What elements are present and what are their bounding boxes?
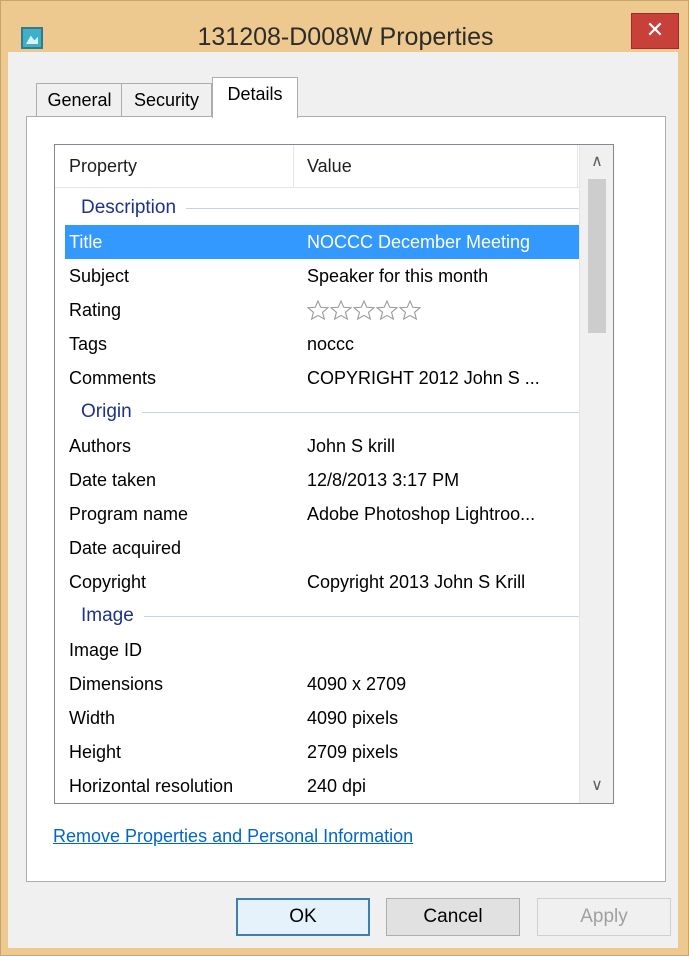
property-value: 4090 pixels xyxy=(307,708,399,728)
property-name: Rating xyxy=(69,300,122,320)
property-value: 12/8/2013 3:17 PM xyxy=(307,470,460,490)
property-value: NOCCC December Meeting xyxy=(307,232,531,252)
property-value: Copyright 2013 John S Krill xyxy=(307,572,526,592)
property-name: Tags xyxy=(69,334,108,354)
property-name: Date acquired xyxy=(69,538,182,558)
column-divider[interactable] xyxy=(577,145,578,187)
property-name: Program name xyxy=(69,504,189,524)
property-name: Date taken xyxy=(69,470,157,490)
list-header: Property Value xyxy=(55,145,579,188)
property-name: Authors xyxy=(69,436,132,456)
property-name: Width xyxy=(69,708,116,728)
property-value: John S krill xyxy=(307,436,396,456)
group-title: Image xyxy=(81,599,144,633)
group-divider xyxy=(81,412,579,413)
title-bar[interactable]: 131208-D008W Properties ✕ xyxy=(1,1,688,51)
group-divider xyxy=(81,616,579,617)
property-name: Horizontal resolution xyxy=(69,776,234,796)
group-header[interactable]: Description xyxy=(65,191,579,225)
group-title: Description xyxy=(81,191,187,225)
property-name: Height xyxy=(69,742,122,762)
remove-properties-link[interactable]: Remove Properties and Personal Informati… xyxy=(53,826,413,847)
property-row[interactable]: Date taken 12/8/2013 3:17 PM xyxy=(65,463,579,497)
star-icon[interactable] xyxy=(376,300,398,320)
property-list[interactable]: Property Value Description Title NOCCC Dec… xyxy=(54,144,614,804)
property-name: Copyright xyxy=(69,572,147,592)
property-name: Subject xyxy=(69,266,130,286)
property-name: Comments xyxy=(69,368,157,388)
property-name: Title xyxy=(69,232,103,252)
scroll-up-button[interactable]: ∧ xyxy=(580,145,613,179)
scroll-down-button[interactable]: ∨ xyxy=(580,769,613,803)
group-header[interactable]: Image xyxy=(65,599,579,633)
star-icon[interactable] xyxy=(399,300,421,320)
column-divider[interactable] xyxy=(293,145,294,187)
property-name: Dimensions xyxy=(69,674,164,694)
tab-details[interactable]: Details xyxy=(212,77,298,118)
tab-security[interactable]: Security xyxy=(121,83,212,117)
property-value: Adobe Photoshop Lightroo... xyxy=(307,504,536,524)
property-row[interactable]: Width 4090 pixels xyxy=(65,701,579,735)
property-value: 4090 x 2709 xyxy=(307,674,407,694)
window-title: 131208-D008W Properties xyxy=(197,23,494,51)
property-row[interactable]: Date acquired xyxy=(65,531,579,565)
property-row[interactable]: Comments COPYRIGHT 2012 John S ... xyxy=(65,361,579,395)
property-row[interactable]: Authors John S krill xyxy=(65,429,579,463)
apply-button[interactable]: Apply xyxy=(537,898,671,936)
property-row[interactable]: Tags noccc xyxy=(65,327,579,361)
property-row[interactable]: Title NOCCC December Meeting xyxy=(65,225,579,259)
property-value: Speaker for this month xyxy=(307,266,489,286)
star-icon[interactable] xyxy=(353,300,375,320)
group-header[interactable]: Origin xyxy=(65,395,579,429)
cancel-button[interactable]: Cancel xyxy=(386,898,520,936)
column-header-value[interactable]: Value xyxy=(307,145,352,187)
close-button[interactable]: ✕ xyxy=(631,13,679,49)
property-value: 240 dpi xyxy=(307,776,367,796)
vertical-scrollbar[interactable]: ∧ ∨ xyxy=(579,145,613,803)
property-row[interactable]: Height 2709 pixels xyxy=(65,735,579,769)
property-row[interactable]: Image ID xyxy=(65,633,579,667)
property-value: 2709 pixels xyxy=(307,742,399,762)
property-row[interactable]: Program name Adobe Photoshop Lightroo... xyxy=(65,497,579,531)
star-icon[interactable] xyxy=(330,300,352,320)
ok-button[interactable]: OK xyxy=(236,898,370,936)
property-row[interactable]: Copyright Copyright 2013 John S Krill xyxy=(65,565,579,599)
group-title: Origin xyxy=(81,395,142,429)
column-header-property[interactable]: Property xyxy=(69,145,137,187)
tab-general[interactable]: General xyxy=(36,83,123,117)
property-row[interactable]: Rating xyxy=(65,293,579,327)
property-row[interactable]: Horizontal resolution 240 dpi xyxy=(65,769,579,803)
property-row[interactable]: Dimensions 4090 x 2709 xyxy=(65,667,579,701)
property-name: Image ID xyxy=(69,640,143,660)
property-value: noccc xyxy=(307,334,355,354)
star-icon[interactable] xyxy=(307,300,329,320)
rating-stars[interactable] xyxy=(307,300,422,325)
scroll-thumb[interactable] xyxy=(588,179,606,333)
property-value: COPYRIGHT 2012 John S ... xyxy=(307,368,540,388)
property-row[interactable]: Subject Speaker for this month xyxy=(65,259,579,293)
